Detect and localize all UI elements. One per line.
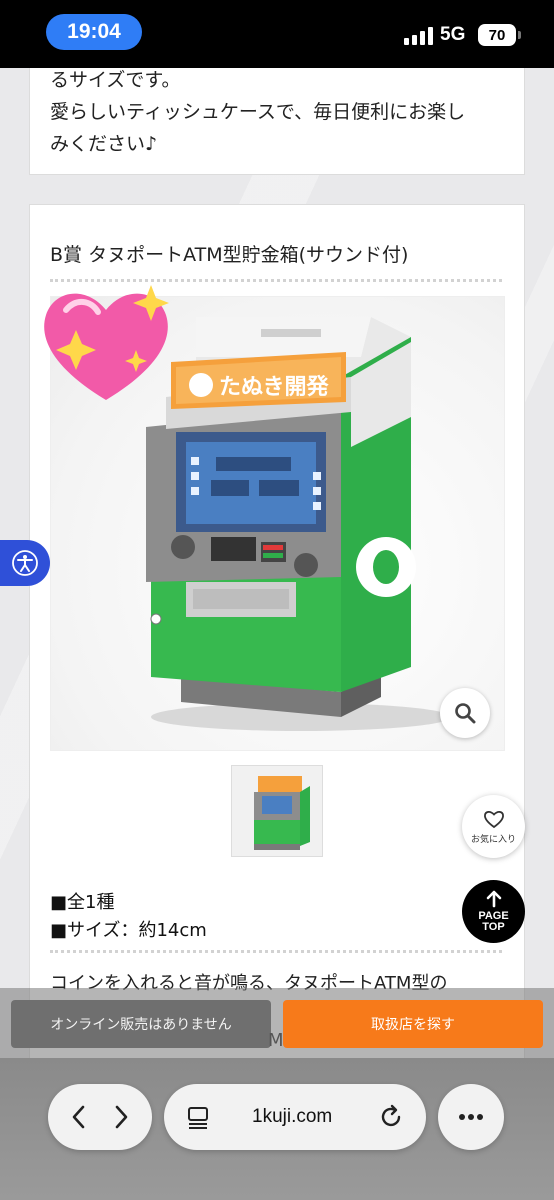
- more-button[interactable]: [438, 1084, 504, 1150]
- divider: [50, 950, 502, 953]
- sparkling-heart-icon: [44, 285, 169, 400]
- reload-icon[interactable]: [378, 1104, 404, 1130]
- forward-button[interactable]: [110, 1104, 132, 1130]
- zoom-button[interactable]: [440, 688, 490, 738]
- ellipsis-icon: [459, 1114, 483, 1120]
- product-thumbnail[interactable]: [231, 765, 323, 857]
- prize-title: B賞 タヌポートATM型貯金箱(サウンド付): [50, 244, 409, 266]
- partial-text: M: [268, 1030, 284, 1051]
- online-sales-button[interactable]: オンライン販売はありません: [11, 1000, 271, 1048]
- status-bar: 19:04 5G 70: [0, 0, 554, 68]
- nav-buttons: [48, 1084, 152, 1150]
- atm-sign-text: たぬき開発: [219, 375, 330, 400]
- address-bar[interactable]: 1kuji.com: [164, 1084, 426, 1150]
- description-text: るサイズです。 愛らしいティッシュケースで、毎日便利にお楽し みください♪: [50, 69, 466, 155]
- network-label: 5G: [440, 24, 466, 45]
- arrow-up-icon: [486, 890, 501, 908]
- favorite-label: お気に入り: [470, 834, 516, 845]
- signal-icon: [404, 27, 433, 45]
- heart-outline-icon: [483, 810, 504, 828]
- find-store-button[interactable]: 取扱店を探す: [283, 1000, 543, 1048]
- reader-icon[interactable]: [186, 1105, 210, 1129]
- accessibility-icon: [12, 550, 38, 576]
- thumbnail-image: [254, 776, 310, 850]
- spec-size: ■サイズ：約14cm: [50, 920, 207, 941]
- page-top-label-2: TOP: [482, 921, 505, 933]
- favorite-button[interactable]: お気に入り: [462, 795, 525, 858]
- status-time: 19:04: [46, 14, 142, 50]
- url-text: 1kuji.com: [252, 1106, 333, 1127]
- spec-count: ■全1種: [50, 892, 115, 913]
- back-button[interactable]: [68, 1104, 90, 1130]
- search-icon: [455, 703, 476, 724]
- accessibility-button[interactable]: [0, 540, 50, 586]
- battery-icon: 70: [478, 24, 521, 46]
- page-top-button[interactable]: PAGE TOP: [462, 880, 525, 943]
